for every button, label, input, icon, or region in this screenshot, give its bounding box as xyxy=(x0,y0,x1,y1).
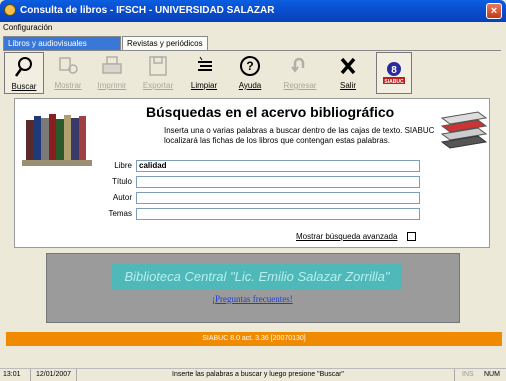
export-button[interactable]: Exportar xyxy=(138,52,178,94)
status-separator xyxy=(30,369,31,381)
print-label: Imprimir xyxy=(97,81,127,90)
menu-configuracion[interactable]: Configuración xyxy=(3,23,52,32)
status-bar: 13:01 12/01/2007 Inserte las palabras a … xyxy=(0,368,506,381)
page-title: Búsquedas en el acervo bibliográfico xyxy=(146,104,395,120)
close-button[interactable]: × xyxy=(486,3,502,19)
menu-bar: Configuración xyxy=(0,22,506,34)
search-icon xyxy=(12,55,36,79)
toolbar: Buscar Mostrar Imprimir Exportar Limpiar xyxy=(4,52,498,94)
show-icon xyxy=(56,54,80,78)
status-message: Inserte las palabras a buscar y luego pr… xyxy=(172,371,344,378)
export-icon xyxy=(146,54,170,78)
status-date: 12/01/2007 xyxy=(36,371,72,378)
export-label: Exportar xyxy=(142,81,174,90)
temas-input[interactable] xyxy=(136,208,420,220)
clear-label: Limpiar xyxy=(190,81,218,90)
show-button[interactable]: Mostrar xyxy=(48,52,88,94)
advanced-search-label[interactable]: Mostrar búsqueda avanzada xyxy=(296,232,397,241)
status-separator xyxy=(76,369,77,381)
titulo-input[interactable] xyxy=(136,176,420,188)
siabuc-button[interactable]: 8 SIABUC xyxy=(376,52,412,94)
page-description: Inserta una o varias palabras a buscar d… xyxy=(164,126,435,145)
status-time: 13:01 xyxy=(3,371,21,378)
search-button[interactable]: Buscar xyxy=(4,52,44,94)
field-label-titulo: Título xyxy=(111,177,132,186)
libre-input[interactable]: calidad xyxy=(136,160,420,172)
app-icon xyxy=(4,4,16,16)
print-button[interactable]: Imprimir xyxy=(92,52,132,94)
version-bar: SIABUC 8.0 act. 3.36 [20070130] xyxy=(6,332,502,346)
field-label-autor: Autor xyxy=(112,193,132,202)
exit-label: Salir xyxy=(339,81,356,90)
help-button[interactable]: ? Ayuda xyxy=(230,52,270,94)
exit-icon xyxy=(336,54,360,78)
siabuc-logo-icon: 8 SIABUC xyxy=(382,60,406,85)
library-banner: Biblioteca Central "Lic. Emilio Salazar … xyxy=(112,264,402,290)
clear-icon xyxy=(192,54,216,78)
field-label-temas: Temas xyxy=(108,209,132,218)
svg-text:8: 8 xyxy=(391,65,397,76)
printer-icon xyxy=(100,54,124,78)
help-label: Ayuda xyxy=(238,81,262,90)
faq-link[interactable]: ¡Preguntas frecuentes! xyxy=(212,294,293,304)
tab-divider xyxy=(3,50,501,51)
clear-button[interactable]: Limpiar xyxy=(184,52,224,94)
field-label-libre: Libre xyxy=(114,161,132,170)
exit-button[interactable]: Salir xyxy=(328,52,368,94)
svg-text:SIABUC: SIABUC xyxy=(384,79,404,85)
back-icon xyxy=(288,54,312,78)
title-bar: Consulta de libros - IFSCH - UNIVERSIDAD… xyxy=(0,0,506,22)
autor-input[interactable] xyxy=(136,192,420,204)
back-button[interactable]: Regresar xyxy=(280,52,320,94)
window-title: Consulta de libros - IFSCH - UNIVERSIDAD… xyxy=(20,5,275,16)
svg-text:?: ? xyxy=(246,59,253,73)
advanced-search-checkbox[interactable] xyxy=(407,232,416,241)
tab-libros[interactable]: Libros y audiovisuales xyxy=(3,36,121,50)
status-separator xyxy=(454,369,455,381)
show-label: Mostrar xyxy=(54,81,82,90)
status-ins: INS xyxy=(462,371,474,378)
app-window: Consulta de libros - IFSCH - UNIVERSIDAD… xyxy=(0,0,506,381)
status-num: NUM xyxy=(484,371,500,378)
search-label: Buscar xyxy=(11,82,37,91)
tab-revistas[interactable]: Revistas y periódicos xyxy=(122,36,208,50)
help-icon: ? xyxy=(238,54,262,78)
books-stack-image xyxy=(22,110,94,168)
back-label: Regresar xyxy=(283,81,317,90)
